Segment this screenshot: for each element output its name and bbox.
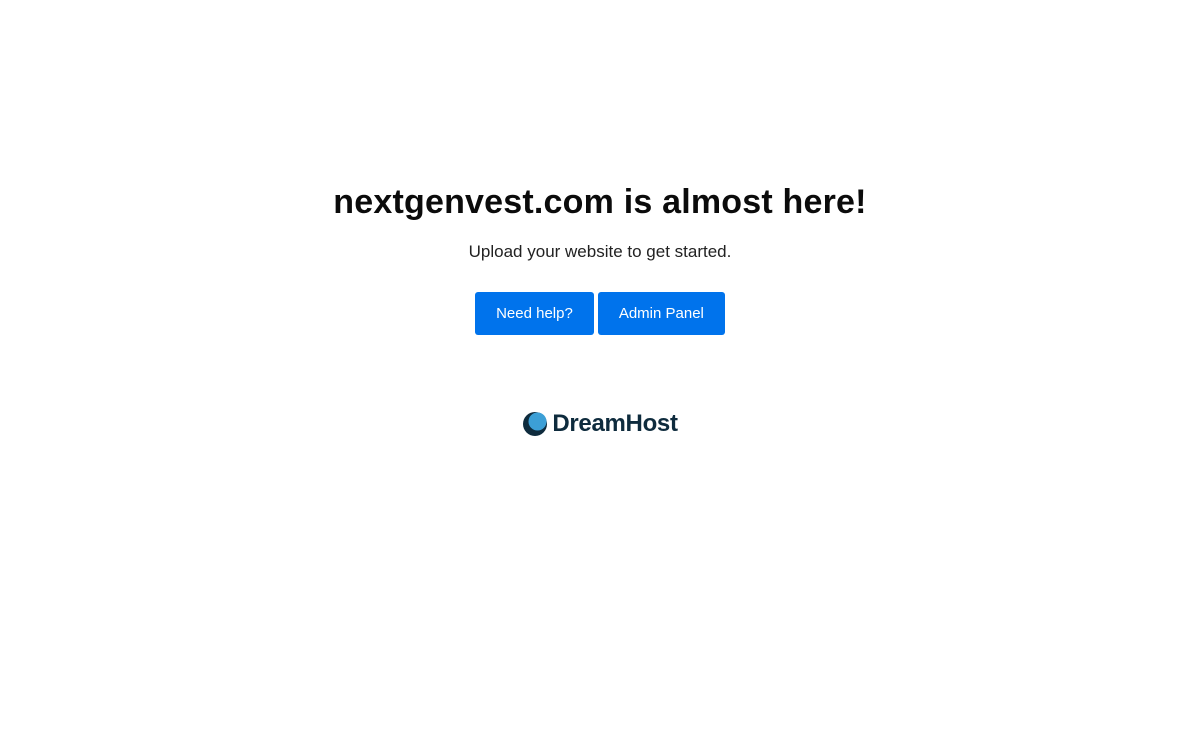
- page-subtitle: Upload your website to get started.: [468, 242, 732, 261]
- need-help-button[interactable]: Need help?: [475, 292, 594, 335]
- dreamhost-logo[interactable]: DreamHost: [0, 410, 1200, 438]
- page-title: nextgenvest.com is almost here!: [333, 183, 867, 221]
- action-buttons: Need help? Admin Panel: [0, 292, 1200, 335]
- admin-panel-button[interactable]: Admin Panel: [597, 292, 725, 335]
- crescent-moon-icon: [523, 412, 548, 436]
- logo-wordmark: DreamHost: [552, 410, 678, 437]
- parked-domain-page: nextgenvest.com is almost here! Upload y…: [0, 0, 1200, 750]
